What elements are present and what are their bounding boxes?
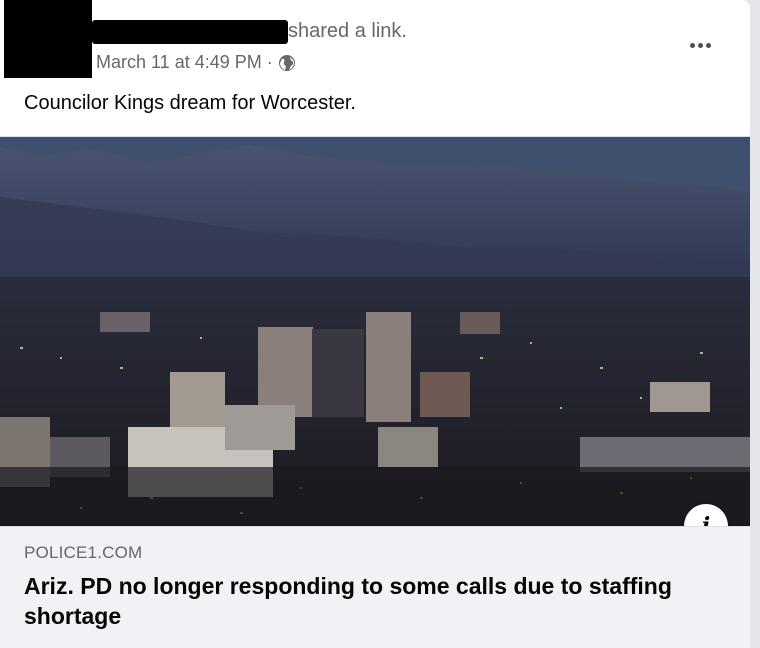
redacted-author-name-scribble xyxy=(148,26,288,42)
link-preview-image[interactable] xyxy=(0,136,750,527)
post-card: shared a link. March 11 at 4:49 PM · Cou… xyxy=(0,0,750,648)
meta-separator: · xyxy=(266,52,273,72)
post-action-text: shared a link. xyxy=(288,20,407,42)
link-preview-footer[interactable]: POLICE1.COM Ariz. PD no longer respondin… xyxy=(0,526,750,648)
globe-icon[interactable] xyxy=(278,54,296,72)
link-domain: POLICE1.COM xyxy=(24,543,143,562)
link-headline[interactable]: Ariz. PD no longer responding to some ca… xyxy=(24,571,724,631)
post-meta: March 11 at 4:49 PM · xyxy=(96,52,296,73)
more-options-icon[interactable] xyxy=(682,30,718,60)
post-caption: Councilor Kings dream for Worcester. xyxy=(24,92,356,114)
redacted-avatar xyxy=(4,0,92,78)
post-timestamp[interactable]: March 11 at 4:49 PM xyxy=(96,52,262,73)
